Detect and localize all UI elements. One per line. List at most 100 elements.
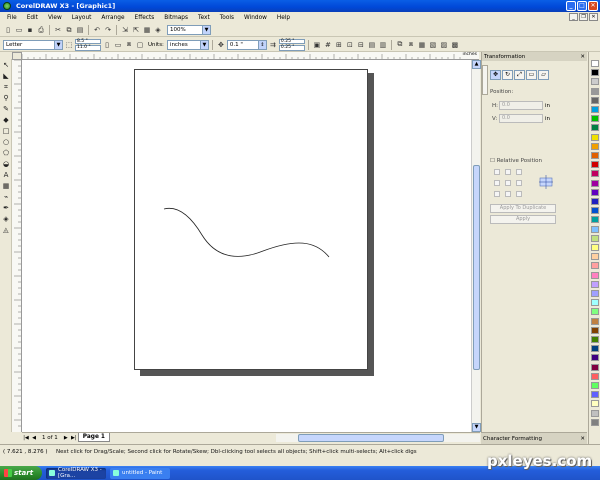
- application-launcher-icon[interactable]: ▦: [142, 25, 152, 35]
- menu-edit[interactable]: Edit: [22, 15, 43, 21]
- scale-mode-icon[interactable]: ⤢: [514, 70, 525, 80]
- anchor-center[interactable]: [505, 180, 511, 186]
- page-tab[interactable]: Page 1: [77, 433, 110, 442]
- copy-icon[interactable]: ⧉: [64, 25, 74, 35]
- menu-bitmaps[interactable]: Bitmaps: [159, 15, 193, 21]
- color-swatch[interactable]: [591, 60, 599, 67]
- previous-page-icon[interactable]: ◀: [30, 434, 38, 442]
- transform-icon[interactable]: ⧉: [395, 40, 405, 50]
- paper-width-field[interactable]: 8.5 ": [75, 38, 101, 44]
- color-swatch[interactable]: [591, 345, 599, 353]
- position-h-field[interactable]: 0.0: [499, 101, 543, 110]
- menu-file[interactable]: File: [2, 15, 22, 21]
- zoom-combo[interactable]: 100% ▼: [167, 25, 211, 35]
- horizontal-scrollbar[interactable]: [276, 434, 480, 442]
- new-document-icon[interactable]: ▯: [3, 25, 13, 35]
- color-swatch[interactable]: [591, 207, 599, 215]
- fill-tool-icon[interactable]: ◈: [1, 214, 11, 224]
- minimize-button[interactable]: _: [566, 1, 576, 11]
- duplicate-y-field[interactable]: 0.25 ": [278, 45, 305, 51]
- chevron-down-icon[interactable]: ▼: [54, 40, 62, 49]
- basic-shapes-tool-icon[interactable]: ◒: [1, 159, 11, 169]
- scroll-up-icon[interactable]: ▲: [472, 60, 481, 69]
- start-button[interactable]: start: [0, 466, 42, 480]
- vertical-ruler[interactable]: [12, 60, 22, 432]
- vertical-scrollbar[interactable]: ▲ ▼: [471, 60, 481, 432]
- color-swatch[interactable]: [591, 363, 599, 371]
- interactive-blend-tool-icon[interactable]: ▦: [1, 181, 11, 191]
- color-swatch[interactable]: [591, 124, 599, 132]
- menu-view[interactable]: View: [43, 15, 67, 21]
- color-swatch[interactable]: [591, 336, 599, 343]
- all-pages-icon[interactable]: ⧈: [124, 40, 134, 50]
- taskbar-item-paint[interactable]: untitled - Paint: [110, 467, 170, 479]
- color-swatch[interactable]: [591, 216, 599, 224]
- menu-layout[interactable]: Layout: [67, 15, 97, 21]
- cut-icon[interactable]: ✂: [53, 25, 63, 35]
- color-swatch[interactable]: [591, 317, 599, 325]
- color-swatch[interactable]: [591, 354, 599, 362]
- undo-icon[interactable]: ↶: [92, 25, 102, 35]
- color-swatch[interactable]: [591, 87, 599, 95]
- maximize-button[interactable]: □: [577, 1, 587, 11]
- units-combo[interactable]: inches ▼: [166, 39, 209, 50]
- apply-button[interactable]: Apply: [490, 215, 556, 224]
- eyedropper-tool-icon[interactable]: ⌁: [1, 192, 11, 202]
- freehand-tool-icon[interactable]: ✎: [1, 104, 11, 114]
- menu-arrange[interactable]: Arrange: [96, 15, 129, 21]
- close-icon[interactable]: ✕: [580, 54, 585, 60]
- anchor-bottom-right[interactable]: [516, 191, 522, 197]
- treat-as-filled-icon[interactable]: ▣: [312, 40, 322, 50]
- combine-icon[interactable]: ▨: [439, 40, 449, 50]
- relative-position-checkbox[interactable]: ☐ Relative Position: [490, 158, 542, 164]
- color-swatch[interactable]: [591, 152, 599, 159]
- docker-side-tab[interactable]: [482, 65, 488, 95]
- size-mode-icon[interactable]: ▭: [526, 70, 537, 80]
- scroll-down-icon[interactable]: ▼: [472, 423, 481, 432]
- text-tool-icon[interactable]: A: [1, 170, 11, 180]
- color-swatch[interactable]: [591, 244, 599, 251]
- anchor-bottom-left[interactable]: [494, 191, 500, 197]
- save-icon[interactable]: ▪: [25, 25, 35, 35]
- anchor-top-right[interactable]: [516, 169, 522, 175]
- color-swatch[interactable]: [591, 290, 599, 297]
- menu-window[interactable]: Window: [239, 15, 272, 21]
- color-swatch[interactable]: [591, 280, 599, 288]
- doc-close-button[interactable]: ✕: [589, 13, 598, 21]
- menu-tools[interactable]: Tools: [215, 15, 239, 21]
- color-swatch[interactable]: [591, 382, 599, 389]
- ruler-origin[interactable]: [12, 52, 22, 60]
- current-page-icon[interactable]: ▢: [135, 40, 145, 50]
- horizontal-ruler[interactable]: inches: [22, 52, 479, 60]
- interactive-fill-tool-icon[interactable]: ◬: [1, 225, 11, 235]
- paste-icon[interactable]: ▤: [75, 25, 85, 35]
- color-swatch[interactable]: [591, 409, 599, 417]
- polygon-tool-icon[interactable]: ⬠: [1, 148, 11, 158]
- zoom-tool-icon[interactable]: ⚲: [1, 93, 11, 103]
- options-icon[interactable]: ▤: [367, 40, 377, 50]
- first-page-icon[interactable]: |◀: [22, 434, 30, 442]
- snap-grid-icon[interactable]: #: [323, 40, 333, 50]
- doc-minimize-button[interactable]: _: [569, 13, 578, 21]
- corel-online-icon[interactable]: ◈: [153, 25, 163, 35]
- paper-type-combo[interactable]: Letter ▼: [3, 39, 63, 50]
- color-swatch[interactable]: [591, 133, 599, 141]
- color-swatch[interactable]: [591, 106, 599, 113]
- color-swatch[interactable]: [591, 234, 599, 242]
- duplicate-x-field[interactable]: 0.25 ": [278, 38, 305, 44]
- color-swatch[interactable]: [591, 78, 599, 86]
- chevron-down-icon[interactable]: ▼: [202, 26, 210, 34]
- color-swatch[interactable]: [591, 418, 599, 426]
- spinner-icon[interactable]: ⇕: [257, 40, 266, 49]
- import-icon[interactable]: ⇲: [120, 25, 130, 35]
- crop-tool-icon[interactable]: ⌗: [1, 82, 11, 92]
- apply-to-duplicate-button[interactable]: Apply To Duplicate: [490, 204, 556, 213]
- align-icon[interactable]: ⧈: [406, 40, 416, 50]
- color-swatch[interactable]: [591, 69, 599, 77]
- rotate-mode-icon[interactable]: ↻: [502, 70, 513, 80]
- color-swatch[interactable]: [591, 391, 599, 399]
- menu-text[interactable]: Text: [193, 15, 215, 21]
- color-swatch[interactable]: [591, 271, 599, 279]
- close-button[interactable]: ✕: [588, 1, 598, 11]
- snap-guidelines-icon[interactable]: ⊞: [334, 40, 344, 50]
